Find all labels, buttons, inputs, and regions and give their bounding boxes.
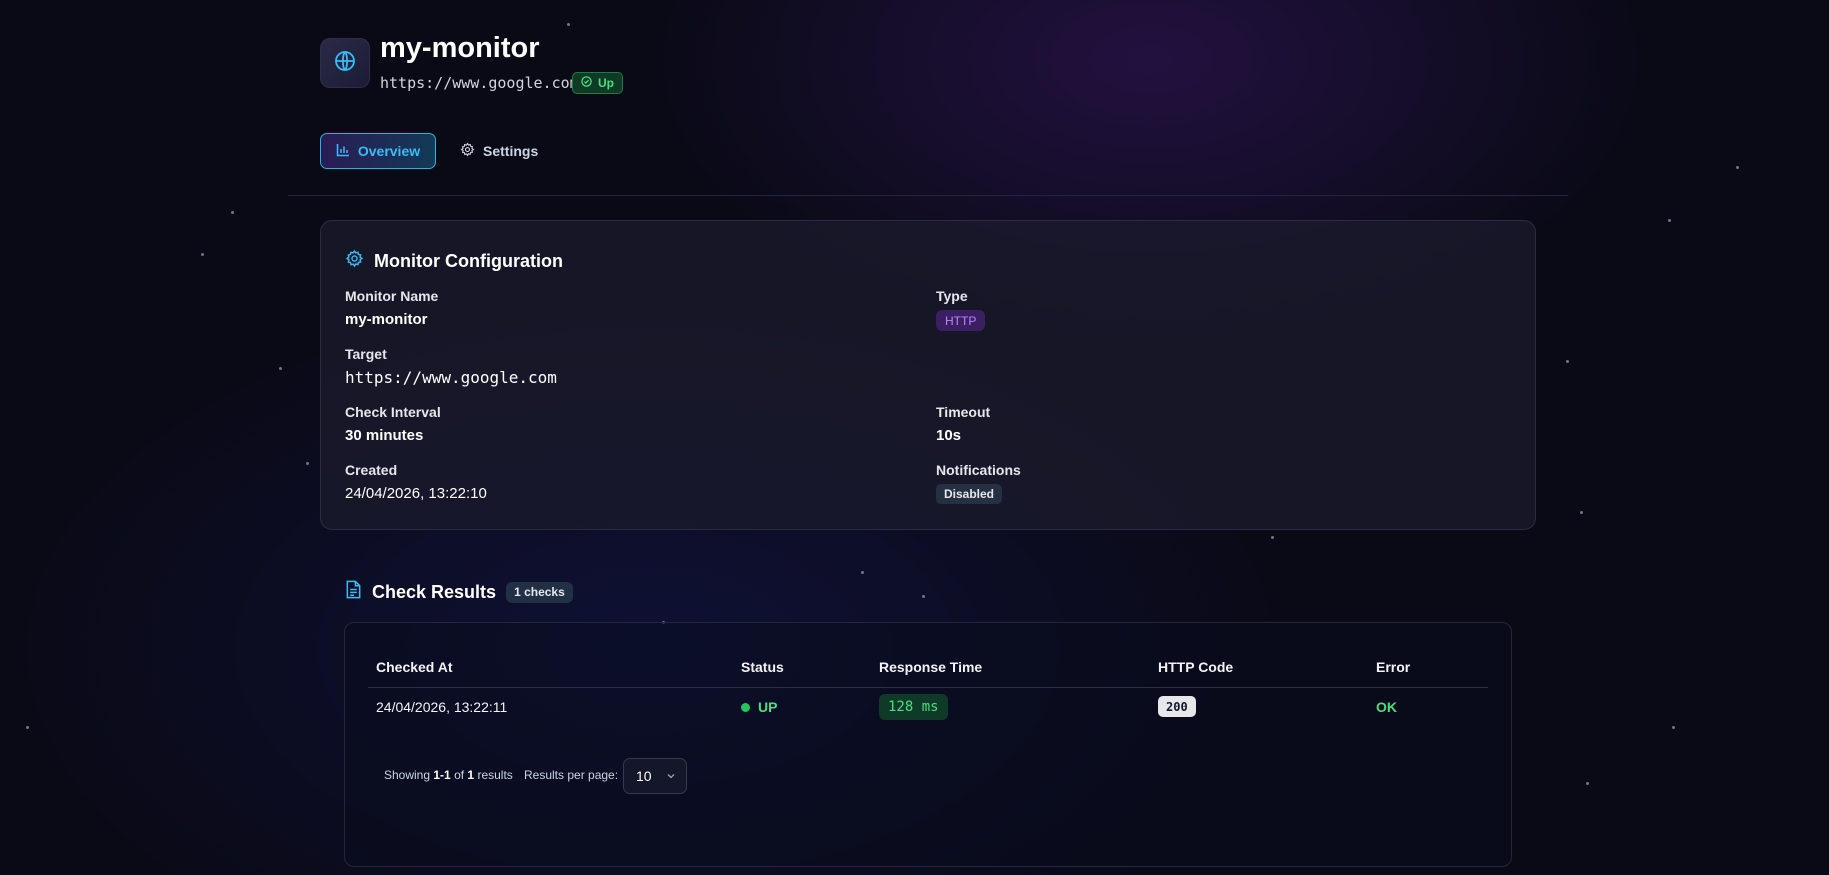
document-icon — [345, 580, 362, 604]
check-circle-icon — [581, 76, 592, 90]
notifications-label: Notifications — [936, 462, 1021, 478]
showing-of: of — [454, 768, 465, 782]
results-per-page-value: 10 — [636, 768, 652, 784]
column-header-response-time[interactable]: Response Time — [879, 659, 982, 675]
response-time-badge: 128 ms — [879, 694, 948, 720]
column-header-error[interactable]: Error — [1376, 659, 1410, 675]
tab-overview[interactable]: Overview — [320, 133, 436, 169]
column-header-http-code[interactable]: HTTP Code — [1158, 659, 1233, 675]
background-star — [1668, 219, 1671, 222]
background-star — [1672, 726, 1675, 729]
status-badge-label: Up — [598, 76, 614, 90]
bar-chart-icon — [336, 143, 350, 160]
target-label: Target — [345, 346, 387, 362]
target-value: https://www.google.com — [345, 368, 557, 387]
configuration-title: Monitor Configuration — [345, 249, 563, 273]
background-star — [279, 367, 282, 370]
timeout-label: Timeout — [936, 404, 991, 420]
type-label: Type — [936, 288, 968, 304]
background-star — [567, 23, 570, 26]
checks-count-badge: 1 checks — [506, 581, 573, 603]
globe-icon — [333, 49, 357, 78]
background-star — [922, 595, 925, 598]
tab-label: Overview — [357, 143, 421, 159]
status-cell: UP — [741, 699, 777, 715]
column-header-status[interactable]: Status — [741, 659, 784, 675]
checked-at-cell: 24/04/2026, 13:22:11 — [376, 699, 508, 715]
tab-label: Settings — [483, 143, 539, 159]
showing-suffix: results — [477, 768, 513, 782]
background-star — [306, 462, 309, 465]
page-title: my-monitor — [380, 32, 540, 64]
configuration-title-text: Monitor Configuration — [374, 250, 563, 271]
showing-total: 1 — [467, 768, 475, 782]
error-cell: OK — [1376, 699, 1397, 715]
results-per-page-select[interactable]: 10 — [623, 758, 687, 794]
monitor-url: https://www.google.com — [380, 74, 579, 92]
showing-prefix: Showing — [384, 768, 431, 782]
monitor-name-label: Monitor Name — [345, 288, 439, 304]
background-star — [1586, 782, 1589, 785]
pagination-summary: Showing 1-1 of 1 results — [384, 768, 513, 782]
created-value: 24/04/2026, 13:22:10 — [345, 485, 487, 502]
background-star — [861, 571, 864, 574]
monitor-name-value: my-monitor — [345, 311, 428, 328]
type-badge: HTTP — [936, 310, 986, 331]
status-badge: Up — [572, 72, 623, 94]
created-label: Created — [345, 462, 398, 478]
column-header-checked-at[interactable]: Checked At — [376, 659, 453, 675]
background-star — [201, 253, 204, 256]
background-star — [26, 726, 29, 729]
showing-range: 1-1 — [433, 768, 451, 782]
chevron-down-icon — [666, 768, 676, 784]
check-results-title-text: Check Results — [372, 581, 497, 602]
background-star — [1566, 360, 1569, 363]
status-text: UP — [758, 699, 778, 715]
http-code-badge: 200 — [1158, 696, 1196, 717]
tabs-divider — [288, 195, 1568, 196]
gear-icon — [345, 249, 364, 273]
background-star — [1736, 166, 1739, 169]
status-dot-icon — [741, 702, 750, 712]
table-header-divider — [368, 687, 1488, 688]
check-interval-value: 30 minutes — [345, 427, 424, 444]
notifications-badge: Disabled — [936, 484, 1003, 504]
gear-icon — [460, 142, 475, 160]
results-per-page-label: Results per page: — [524, 768, 619, 782]
tab-settings[interactable]: Settings — [460, 133, 538, 169]
check-interval-label: Check Interval — [345, 404, 441, 420]
check-results-title: Check Results 1 checks — [345, 580, 573, 604]
timeout-value: 10s — [936, 427, 962, 444]
background-star — [231, 211, 234, 214]
monitor-icon-tile — [320, 38, 370, 88]
background-star — [1580, 511, 1583, 514]
background-star — [1271, 536, 1274, 539]
